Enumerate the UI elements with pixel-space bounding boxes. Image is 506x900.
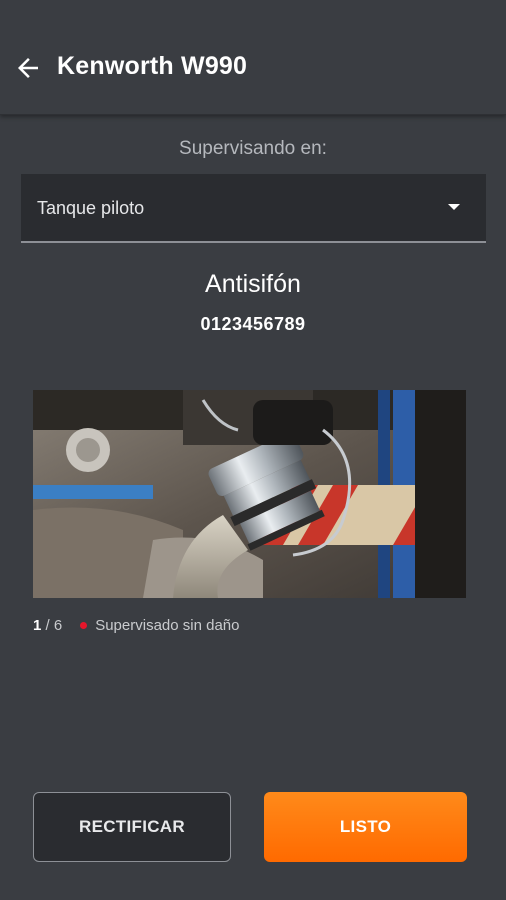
photo-pager: 1 / 6 Supervisado sin daño (33, 617, 239, 634)
photo-status: Supervisado sin daño (95, 617, 240, 634)
arrow-left-icon (18, 58, 38, 78)
page-title: Kenworth W990 (57, 52, 248, 80)
back-button[interactable] (8, 48, 48, 88)
pager-separator: / (41, 617, 54, 634)
caret-down-icon (448, 204, 460, 210)
app-bar: Kenworth W990 (0, 0, 506, 115)
screen: Kenworth W990 Supervisando en: Tanque pi… (0, 0, 506, 900)
location-dropdown-value: Tanque piloto (37, 198, 145, 218)
photo-current-index: 1 (33, 617, 42, 634)
status-dot-icon (80, 622, 88, 629)
item-code: 0123456789 (200, 314, 306, 334)
done-button[interactable]: LISTO (264, 792, 467, 862)
photo-image (33, 390, 466, 598)
supervision-label: Supervisando en: (179, 138, 327, 159)
location-dropdown[interactable]: Tanque piloto (21, 174, 486, 243)
rectify-button[interactable]: RECTIFICAR (33, 792, 231, 862)
inspection-photo[interactable] (33, 390, 466, 598)
item-name: Antisifón (205, 270, 301, 298)
photo-total-count: 6 (53, 617, 63, 634)
